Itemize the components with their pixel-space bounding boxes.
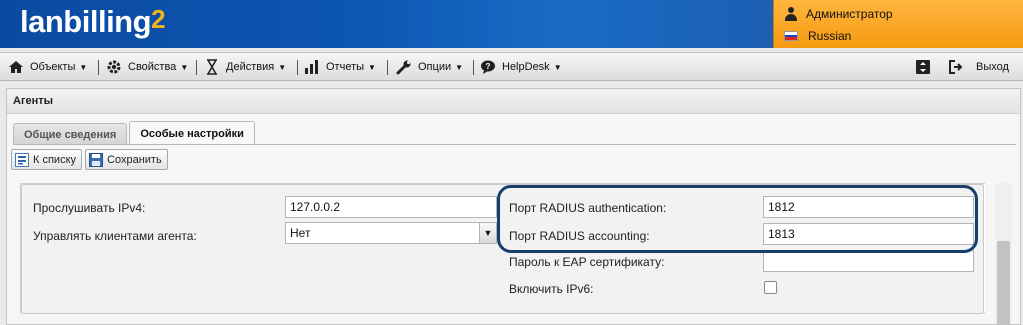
tab-bar: Общие сведения Особые настройки	[13, 121, 257, 145]
panel-toolbar: К списку Сохранить	[11, 149, 171, 170]
ipv6-label: Включить IPv6:	[509, 282, 594, 296]
chevron-down-icon: ▼	[79, 62, 88, 72]
chevron-down-icon: ▼	[368, 62, 376, 72]
chevron-down-icon: ▼	[278, 62, 287, 72]
collapse-header-button[interactable]	[915, 53, 937, 81]
tab-special-settings[interactable]: Особые настройки	[129, 121, 255, 145]
manage-clients-value: Нет	[290, 226, 311, 240]
save-icon	[89, 152, 104, 167]
tab-general-info[interactable]: Общие сведения	[13, 123, 128, 145]
save-button[interactable]: Сохранить	[85, 149, 168, 170]
app-logo[interactable]: lanbilling2	[20, 4, 166, 40]
ipv6-checkbox[interactable]	[764, 281, 777, 294]
panel-title: Агенты	[7, 89, 1020, 114]
manage-clients-label: Управлять клиентами агента:	[33, 229, 197, 243]
menu-objects[interactable]: Объекты ▼	[8, 53, 87, 81]
eap-password-label: Пароль к EAP сертификату:	[509, 255, 665, 269]
vertical-scrollbar[interactable]	[995, 183, 1012, 325]
list-icon	[15, 152, 29, 167]
chevron-down-icon: ▼	[180, 62, 189, 72]
listen-ipv4-input[interactable]: 127.0.0.2	[285, 196, 497, 218]
menu-properties[interactable]: Свойства ▼	[106, 53, 188, 81]
menu-helpdesk[interactable]: ? HelpDesk ▼	[480, 53, 562, 81]
chevron-down-icon: ▼	[553, 62, 562, 72]
collapse-icon	[915, 59, 931, 75]
user-name: Администратор	[806, 7, 893, 21]
building-icon	[8, 59, 24, 75]
gear-icon	[106, 59, 122, 75]
back-to-list-button[interactable]: К списку	[11, 149, 83, 170]
user-icon	[784, 7, 798, 21]
hourglass-icon	[204, 59, 220, 75]
bar-chart-icon	[304, 59, 320, 75]
main-menu-bar: Объекты ▼ Свойства ▼ Действия ▼ Отчеты ▼ Опц…	[0, 52, 1023, 81]
scrollbar-thumb[interactable]	[997, 241, 1010, 325]
logout-button[interactable]: Выход	[948, 53, 1009, 81]
chevron-down-icon: ▼	[455, 62, 464, 72]
user-account[interactable]: Администратор	[784, 4, 893, 24]
menu-actions[interactable]: Действия ▼	[204, 53, 286, 81]
manage-clients-select[interactable]: Нет ▼	[285, 222, 497, 244]
chevron-down-icon[interactable]: ▼	[479, 223, 496, 243]
wrench-icon	[396, 59, 412, 75]
logout-icon	[948, 59, 964, 75]
svg-text:?: ?	[486, 62, 491, 71]
menu-reports[interactable]: Отчеты ▼	[304, 53, 376, 81]
radius-ports-highlight	[497, 185, 978, 253]
listen-ipv4-label: Прослушивать IPv4:	[33, 201, 146, 215]
language-label: Russian	[808, 29, 852, 43]
russian-flag-icon	[784, 31, 798, 41]
language-selector[interactable]: Russian	[784, 26, 851, 46]
eap-password-input[interactable]	[763, 250, 974, 272]
user-panel: Администратор Russian	[773, 0, 1023, 48]
menu-options[interactable]: Опции ▼	[396, 53, 463, 81]
chat-icon: ?	[480, 59, 496, 75]
